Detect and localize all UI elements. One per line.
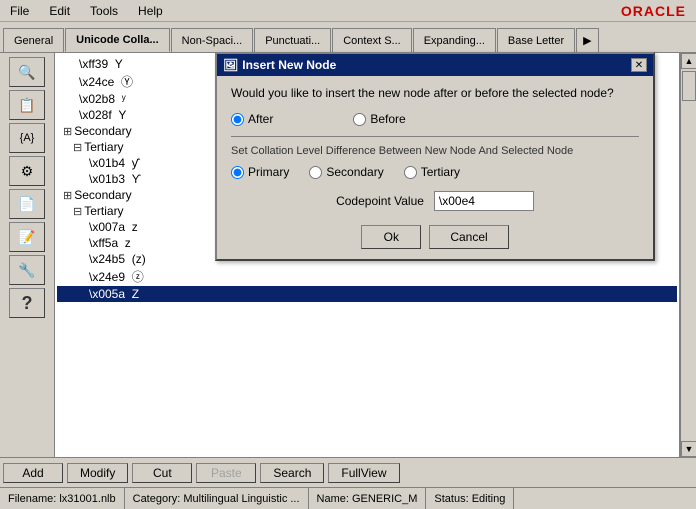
tree-value: \x007a z: [89, 220, 138, 234]
tree-row[interactable]: \x24e9 ⓩ: [57, 267, 677, 286]
primary-radio-label[interactable]: Primary: [231, 165, 289, 179]
tab-punctuation[interactable]: Punctuati...: [254, 28, 331, 52]
tree-value: \xff5a z: [89, 236, 131, 250]
tab-context[interactable]: Context S...: [332, 28, 411, 52]
tree-value: Secondary: [74, 188, 131, 202]
tree-value: \x02b8 ʸ: [79, 92, 126, 106]
expand-icon[interactable]: ⊟: [73, 141, 82, 154]
tertiary-radio[interactable]: [404, 166, 417, 179]
sidebar-btn-7[interactable]: 🔧: [9, 255, 45, 285]
dialog-body: Would you like to insert the new node af…: [217, 76, 653, 259]
tree-value: Tertiary: [84, 204, 123, 218]
tab-nonspacing[interactable]: Non-Spaci...: [171, 28, 254, 52]
cut-button[interactable]: Cut: [132, 463, 192, 483]
dialog-title: 🖼 Insert New Node: [223, 58, 336, 72]
scroll-track[interactable]: [681, 69, 696, 441]
menu-edit[interactable]: Edit: [43, 2, 76, 20]
menu-help[interactable]: Help: [132, 2, 169, 20]
status-category: Category: Multilingual Linguistic ...: [125, 488, 309, 509]
after-radio[interactable]: [231, 113, 244, 126]
insert-node-dialog: 🖼 Insert New Node ✕ Would you like to in…: [215, 52, 655, 261]
tertiary-radio-label[interactable]: Tertiary: [404, 165, 460, 179]
codepoint-input[interactable]: [434, 191, 534, 211]
secondary-radio[interactable]: [309, 166, 322, 179]
tree-value: Tertiary: [84, 140, 123, 154]
sidebar-btn-6[interactable]: 📝: [9, 222, 45, 252]
bottom-toolbar: Add Modify Cut Paste Search FullView: [0, 457, 696, 487]
primary-label: Primary: [248, 165, 289, 179]
cancel-button[interactable]: Cancel: [429, 225, 508, 249]
scroll-thumb[interactable]: [682, 71, 696, 101]
primary-radio[interactable]: [231, 166, 244, 179]
sidebar: 🔍 📋 {A} ⚙ 📄 📝 🔧 ?: [0, 53, 55, 457]
tree-value: Secondary: [74, 124, 131, 138]
tab-general[interactable]: General: [3, 28, 64, 52]
codepoint-field-row: Codepoint Value: [231, 191, 639, 211]
dialog-close-button[interactable]: ✕: [631, 58, 647, 72]
tree-row-selected[interactable]: \x005a Z: [57, 286, 677, 302]
sidebar-btn-5[interactable]: 📄: [9, 189, 45, 219]
expand-icon[interactable]: ⊞: [63, 125, 72, 138]
sidebar-btn-3[interactable]: {A}: [9, 123, 45, 153]
tree-value: \x24b5 (z): [89, 252, 146, 266]
ok-button[interactable]: Ok: [361, 225, 421, 249]
status-name: Name: GENERIC_M: [309, 488, 427, 509]
secondary-label: Secondary: [326, 165, 383, 179]
menu-items: File Edit Tools Help: [4, 2, 169, 20]
dialog-icon: 🖼: [223, 58, 238, 72]
secondary-radio-label[interactable]: Secondary: [309, 165, 383, 179]
search-button[interactable]: Search: [260, 463, 324, 483]
scroll-down-btn[interactable]: ▼: [681, 441, 696, 457]
expand-icon[interactable]: ⊞: [63, 189, 72, 202]
codepoint-label: Codepoint Value: [336, 194, 424, 208]
expand-icon[interactable]: ⊟: [73, 205, 82, 218]
tree-value: \x01b4 ƴ: [89, 156, 138, 170]
menu-file[interactable]: File: [4, 2, 35, 20]
dialog-level-group: Primary Secondary Tertiary: [231, 165, 639, 179]
menu-tools[interactable]: Tools: [84, 2, 124, 20]
tab-baseletter[interactable]: Base Letter: [497, 28, 575, 52]
sidebar-btn-4[interactable]: ⚙: [9, 156, 45, 186]
before-radio[interactable]: [353, 113, 366, 126]
status-bar: Filename: lx31001.nlb Category: Multilin…: [0, 487, 696, 509]
tree-value: \x24e9 ⓩ: [89, 268, 144, 285]
paste-button[interactable]: Paste: [196, 463, 256, 483]
tab-bar: General Unicode Colla... Non-Spaci... Pu…: [0, 22, 696, 52]
scrollbar-right[interactable]: ▲ ▼: [680, 53, 696, 457]
after-radio-label[interactable]: After: [231, 112, 273, 126]
status-editing: Status: Editing: [426, 488, 514, 509]
tree-value: \x01b3 Ƴ: [89, 172, 141, 186]
dialog-section-label: Set Collation Level Difference Between N…: [231, 145, 639, 157]
dialog-position-row: After Before: [231, 112, 639, 126]
tab-unicode[interactable]: Unicode Colla...: [65, 28, 170, 52]
tree-value: \xff39 Y: [79, 57, 123, 71]
before-label: Before: [370, 112, 405, 126]
status-filename: Filename: lx31001.nlb: [0, 488, 125, 509]
after-label: After: [248, 112, 273, 126]
tab-expanding[interactable]: Expanding...: [413, 28, 496, 52]
dialog-titlebar: 🖼 Insert New Node ✕: [217, 54, 653, 76]
before-radio-label[interactable]: Before: [353, 112, 405, 126]
dialog-question: Would you like to insert the new node af…: [231, 86, 639, 100]
add-button[interactable]: Add: [3, 463, 63, 483]
sidebar-btn-help[interactable]: ?: [9, 288, 45, 318]
tab-more[interactable]: ▶: [576, 28, 598, 52]
tree-value: \x028f Y: [79, 108, 126, 122]
sidebar-btn-1[interactable]: 🔍: [9, 57, 45, 87]
tertiary-label: Tertiary: [421, 165, 460, 179]
tree-value-selected: \x005a Z: [89, 287, 139, 301]
fullview-button[interactable]: FullView: [328, 463, 399, 483]
modify-button[interactable]: Modify: [67, 463, 128, 483]
sidebar-btn-2[interactable]: 📋: [9, 90, 45, 120]
dialog-buttons: Ok Cancel: [231, 225, 639, 249]
dialog-separator: [231, 136, 639, 137]
menu-bar: File Edit Tools Help ORACLE: [0, 0, 696, 22]
oracle-logo: ORACLE: [621, 3, 686, 19]
dialog-title-text: Insert New Node: [242, 58, 336, 72]
tree-value: \x24ce Ⓨ: [79, 73, 133, 90]
scroll-up-btn[interactable]: ▲: [681, 53, 696, 69]
